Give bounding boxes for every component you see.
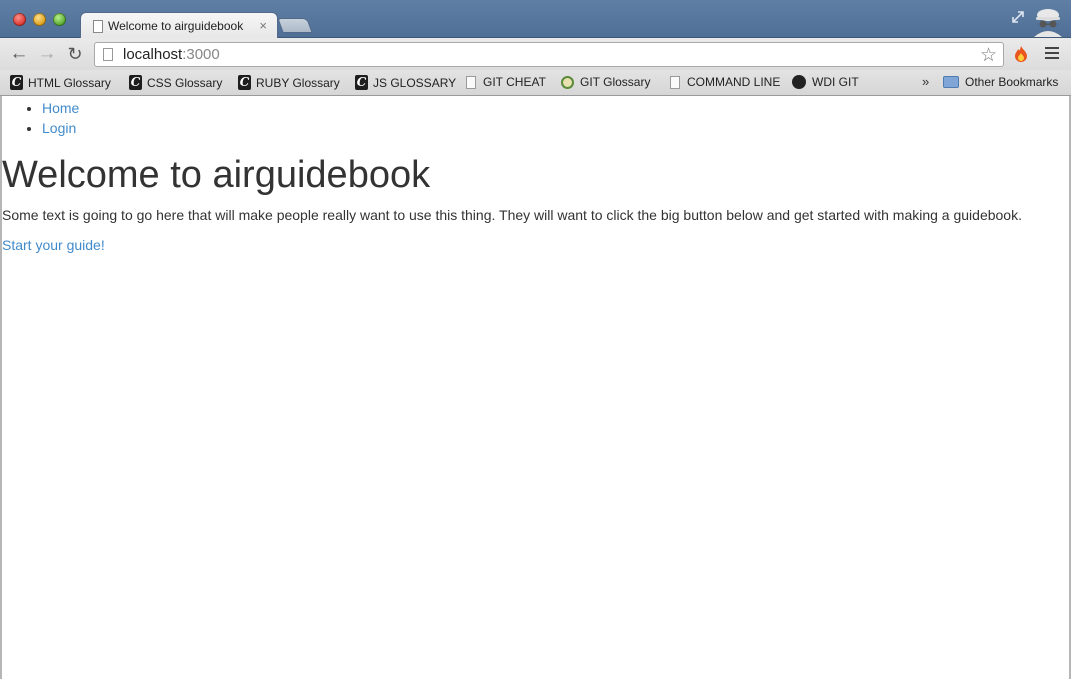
bookmark-git-cheat[interactable]: GIT CHEAT <box>466 75 546 89</box>
bookmark-git-glossary[interactable]: GIT Glossary <box>561 75 650 89</box>
bookmark-html-glossary[interactable]: C HTML Glossary <box>10 75 111 90</box>
page-icon <box>103 48 113 61</box>
site-nav: Home Login <box>42 98 79 138</box>
address-bar[interactable]: localhost:3000 ☆ <box>94 42 1004 67</box>
nav-item-home: Home <box>42 98 79 118</box>
document-icon <box>466 75 476 89</box>
c-icon: C <box>355 75 368 90</box>
login-link[interactable]: Login <box>42 120 76 136</box>
bookmark-css-glossary[interactable]: C CSS Glossary <box>129 75 222 90</box>
minimize-window-button[interactable] <box>33 13 46 26</box>
git-glossary-icon <box>561 75 574 89</box>
menu-icon[interactable] <box>1045 47 1059 62</box>
incognito-icon <box>1030 5 1066 37</box>
tab-close-icon[interactable]: × <box>259 18 267 33</box>
bookmark-js-glossary[interactable]: C JS GLOSSARY <box>355 75 456 90</box>
fire-extension-icon[interactable] <box>1012 45 1030 63</box>
bookmark-command-line[interactable]: COMMAND LINE <box>670 75 780 89</box>
c-icon: C <box>129 75 142 90</box>
forward-arrow-icon[interactable]: → <box>36 43 58 65</box>
bookmark-ruby-glossary[interactable]: C RUBY Glossary <box>238 75 340 90</box>
page-viewport: Home Login Welcome to airguidebook Some … <box>2 96 1069 679</box>
github-icon <box>792 75 806 89</box>
c-icon: C <box>10 75 23 90</box>
window-titlebar: Welcome to airguidebook × <box>0 0 1071 39</box>
intro-paragraph: Some text is going to go here that will … <box>2 207 1022 223</box>
c-icon: C <box>238 75 251 90</box>
start-guide-link[interactable]: Start your guide! <box>2 237 105 253</box>
new-tab-button[interactable] <box>277 18 313 33</box>
page-title: Welcome to airguidebook <box>2 154 431 196</box>
bookmark-star-icon[interactable]: ☆ <box>980 44 997 67</box>
bookmark-wdi-git[interactable]: WDI GIT <box>792 75 859 89</box>
document-icon <box>670 75 680 89</box>
other-bookmarks[interactable]: Other Bookmarks <box>943 75 1058 89</box>
nav-item-login: Login <box>42 118 79 138</box>
close-window-button[interactable] <box>13 13 26 26</box>
reload-icon[interactable]: ↻ <box>64 43 86 65</box>
browser-tab[interactable]: Welcome to airguidebook × <box>80 12 278 39</box>
zoom-window-button[interactable] <box>53 13 66 26</box>
url-text: localhost:3000 <box>123 46 220 63</box>
fullscreen-icon[interactable] <box>1010 9 1026 25</box>
bookmarks-overflow-icon[interactable]: » <box>922 74 929 89</box>
browser-toolbar: ← → ↻ localhost:3000 ☆ <box>0 38 1071 70</box>
bookmarks-bar: C HTML Glossary C CSS Glossary C RUBY Gl… <box>0 70 1071 96</box>
tab-title: Welcome to airguidebook <box>108 19 244 33</box>
folder-icon <box>943 76 959 88</box>
document-icon <box>93 19 103 33</box>
home-link[interactable]: Home <box>42 100 79 116</box>
back-arrow-icon[interactable]: ← <box>8 43 30 65</box>
